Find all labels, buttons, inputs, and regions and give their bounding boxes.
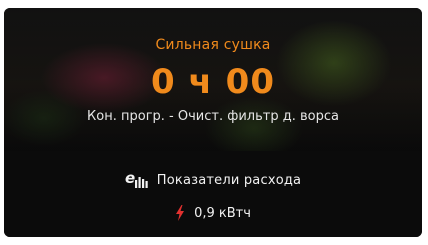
svg-text:e: e	[125, 171, 135, 187]
appliance-display: Сильная сушка 0 ч 00 Кон. прогр. - Очист…	[4, 8, 422, 237]
eco-consumption-icon: e	[125, 171, 149, 189]
program-name: Сильная сушка	[155, 37, 271, 53]
program-status-panel: Сильная сушка 0 ч 00 Кон. прогр. - Очист…	[4, 8, 422, 151]
lightning-icon	[175, 205, 185, 221]
energy-value: 0,9 кВтч	[194, 205, 251, 221]
remaining-time: 0 ч 00	[151, 62, 275, 102]
program-end-info: Кон. прогр. - Очист. фильтр д. ворса	[87, 109, 339, 124]
energy-consumption-row: 0,9 кВтч	[4, 205, 422, 221]
consumption-panel[interactable]: e Показатели расхода 0,9 кВтч	[4, 151, 422, 237]
consumption-title: Показатели расхода	[156, 172, 302, 188]
consumption-header[interactable]: e Показатели расхода	[4, 171, 422, 189]
